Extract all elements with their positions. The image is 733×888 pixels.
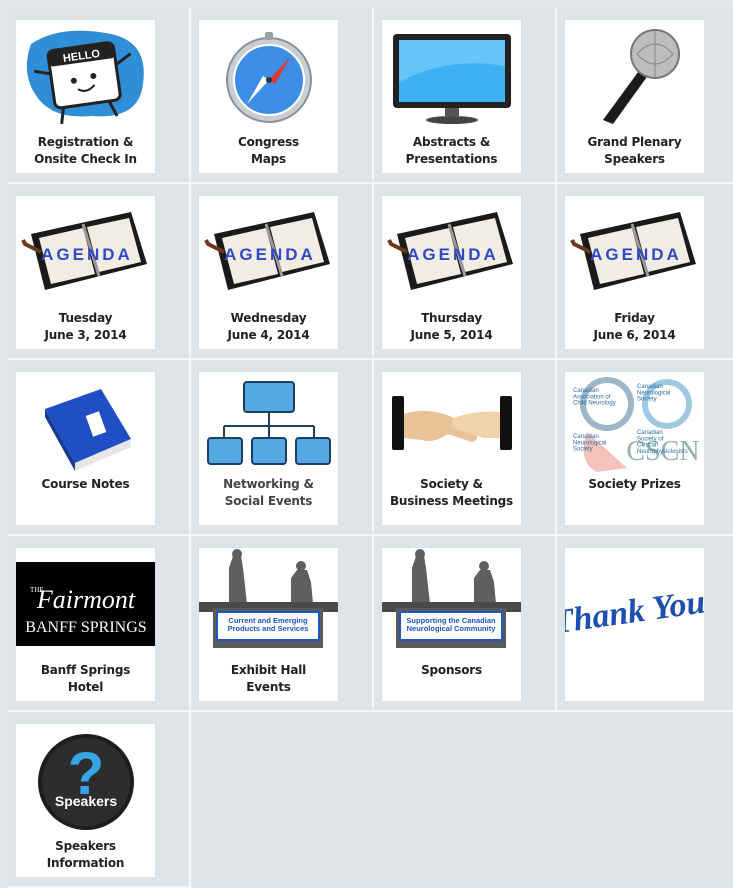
grid-cell: Congress Maps — [191, 8, 374, 184]
collage-text-cacn: Child Neurology — [573, 401, 616, 407]
abstracts-tile[interactable]: Abstracts & Presentations — [382, 20, 521, 173]
collage-text-cns: Society — [637, 397, 657, 403]
thank-you-text: Thank You! — [565, 582, 704, 642]
speakers-info-tile[interactable]: ? Speakers Speakers Information — [16, 724, 155, 877]
agenda-planner-icon: AGENDA — [199, 196, 338, 308]
plenary-speakers-tile[interactable]: Grand Plenary Speakers — [565, 20, 704, 173]
grid-cell: Grand Plenary Speakers — [557, 8, 733, 184]
thank-you-tile[interactable]: Thank You! — [565, 548, 704, 701]
exhibit-booth-icon: Supporting the Canadian Neurological Comm… — [382, 548, 521, 660]
collage-text-cns2: Society — [573, 447, 593, 453]
collage-text-cns2: Neurological — [573, 440, 606, 446]
agenda-wednesday-tile[interactable]: AGENDA Wednesday June 4, 2014 — [199, 196, 338, 349]
fairmont-sub: BANFF SPRINGS — [25, 619, 146, 636]
tile-label: Abstracts & Presentations — [405, 135, 498, 166]
collage-text-cacn: Association of — [573, 394, 611, 400]
collage-text-cns: Canadian — [637, 384, 663, 390]
microphone-icon — [565, 20, 704, 132]
exhibit-hall-tile[interactable]: Current and Emerging Products and Service… — [199, 548, 338, 701]
grid-cell: ? Speakers Speakers Information — [8, 712, 191, 888]
agenda-badge-text: AGENDA — [590, 245, 682, 264]
tile-label: Wednesday June 4, 2014 — [227, 311, 310, 342]
collage-text-cns2: Canadian — [573, 434, 599, 440]
question-speakers-icon: ? Speakers — [16, 724, 155, 836]
grid-cell: Thank You! — [557, 536, 733, 712]
tile-label: Course Notes — [41, 477, 130, 491]
collage-text-cns: Neurological — [637, 390, 670, 396]
grid-cell: Supporting the Canadian Neurological Comm… — [374, 536, 557, 712]
speakers-badge-text: Speakers — [54, 793, 116, 809]
app-grid: HELLO Registration & Onsite Check In Congr… — [8, 8, 733, 888]
grid-cell: AGENDA Wednesday June 4, 2014 — [191, 184, 374, 360]
exhibit-booth-icon: Current and Emerging Products and Service… — [199, 548, 338, 660]
org-chart-icon — [199, 372, 338, 484]
tile-label: Thursday June 5, 2014 — [410, 311, 493, 342]
tile-label: Exhibit Hall Events — [230, 663, 307, 694]
tile-label: Speakers Information — [46, 839, 125, 870]
agenda-friday-tile[interactable]: AGENDA Friday June 6, 2014 — [565, 196, 704, 349]
society-logos-collage-icon: CSCN Canadian Association of Child Neurolog… — [565, 372, 704, 484]
tile-label: Grand Plenary Speakers — [587, 135, 682, 166]
tile-label: Registration & Onsite Check In — [34, 135, 137, 166]
tile-label: Friday June 6, 2014 — [593, 311, 676, 342]
tile-label: Networking & Social Events — [223, 477, 314, 508]
agenda-planner-icon: AGENDA — [382, 196, 521, 308]
thank-you-script-icon: Thank You! — [565, 548, 704, 660]
fairmont-brand: Fairmont — [36, 585, 136, 614]
grid-cell: AGENDA Tuesday June 3, 2014 — [8, 184, 191, 360]
agenda-tuesday-tile[interactable]: AGENDA Tuesday June 3, 2014 — [16, 196, 155, 349]
grid-cell: Course Notes — [8, 360, 191, 536]
collage-text-cscn: Neurophysiologists — [637, 449, 688, 455]
sponsors-tile[interactable]: Supporting the Canadian Neurological Comm… — [382, 548, 521, 701]
monitor-icon — [382, 20, 521, 132]
registration-tile[interactable]: HELLO Registration & Onsite Check In — [16, 20, 155, 173]
tile-label: Society & Business Meetings — [389, 477, 514, 508]
agenda-planner-icon: AGENDA — [565, 196, 704, 308]
tile-label: Sponsors — [421, 663, 482, 677]
blue-binder-icon — [16, 372, 155, 484]
hello-name-tag-icon: HELLO — [16, 20, 155, 132]
grid-cell: CSCN Canadian Association of Child Neurolog… — [557, 360, 733, 536]
grid-cell: AGENDA Thursday June 5, 2014 — [374, 184, 557, 360]
agenda-thursday-tile[interactable]: AGENDA Thursday June 5, 2014 — [382, 196, 521, 349]
agenda-badge-text: AGENDA — [41, 245, 133, 264]
agenda-planner-icon: AGENDA — [16, 196, 155, 308]
collage-text-cscn: Canadian — [637, 430, 663, 436]
grid-cell: THE Fairmont BANFF SPRINGS Banff Springs Ho… — [8, 536, 191, 712]
grid-cell: Society & Business Meetings — [374, 360, 557, 536]
networking-tile[interactable]: Networking & Social Events — [199, 372, 338, 525]
tile-label: Banff Springs Hotel — [40, 663, 131, 694]
booth-banner-text: Neurological Community — [407, 624, 497, 633]
congress-maps-tile[interactable]: Congress Maps — [199, 20, 338, 173]
course-notes-tile[interactable]: Course Notes — [16, 372, 155, 525]
fairmont-logo-icon: THE Fairmont BANFF SPRINGS — [16, 548, 155, 660]
compass-icon — [199, 20, 338, 132]
grid-cell: HELLO Registration & Onsite Check In — [8, 8, 191, 184]
agenda-badge-text: AGENDA — [407, 245, 499, 264]
collage-text-cacn: Canadian — [573, 388, 599, 394]
grid-cell: Networking & Social Events — [191, 360, 374, 536]
grid-cell: Current and Emerging Products and Service… — [191, 536, 374, 712]
collage-text-cscn: Society of — [637, 436, 664, 442]
society-prizes-tile[interactable]: CSCN Canadian Association of Child Neurolog… — [565, 372, 704, 525]
tile-label: Society Prizes — [588, 477, 681, 491]
collage-text-cscn: Clinical — [637, 443, 656, 449]
booth-banner-text: Products and Services — [228, 624, 309, 633]
banff-springs-tile[interactable]: THE Fairmont BANFF SPRINGS Banff Springs Ho… — [16, 548, 155, 701]
grid-cell: Abstracts & Presentations — [374, 8, 557, 184]
handshake-icon — [382, 372, 521, 484]
grid-cell: AGENDA Friday June 6, 2014 — [557, 184, 733, 360]
tile-label: Congress Maps — [238, 135, 299, 166]
tile-label: Tuesday June 3, 2014 — [44, 311, 127, 342]
agenda-badge-text: AGENDA — [224, 245, 316, 264]
society-meetings-tile[interactable]: Society & Business Meetings — [382, 372, 521, 525]
